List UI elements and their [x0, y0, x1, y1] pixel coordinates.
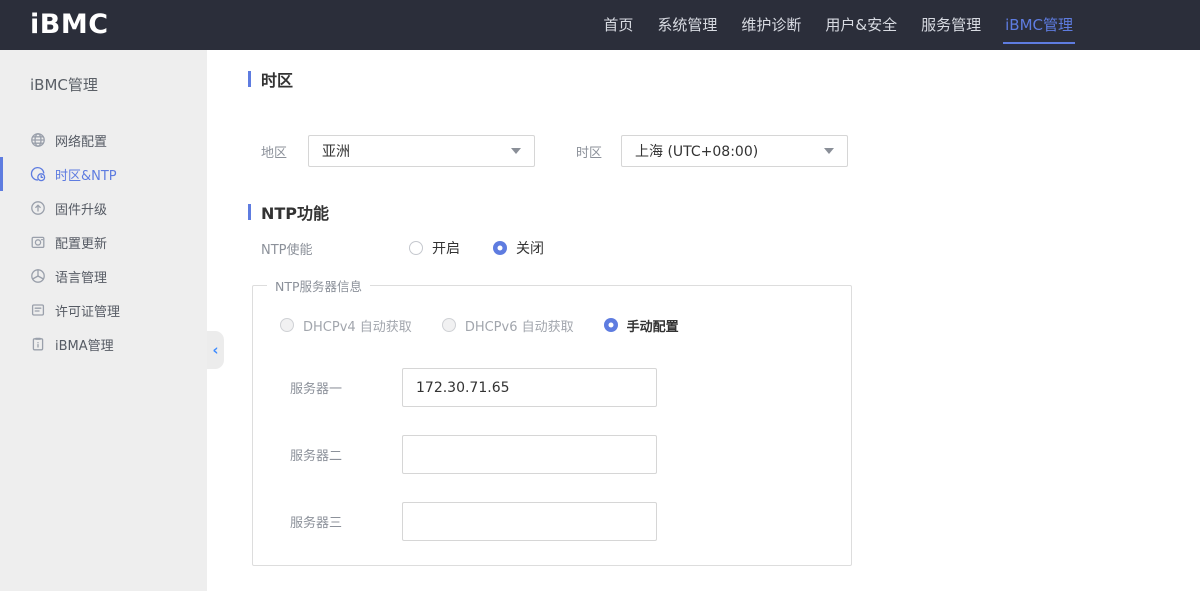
radio-label: 开启: [432, 241, 460, 257]
ntp-server-info-legend: NTP服务器信息: [275, 279, 363, 294]
timezone-select-value: 上海 (UTC+08:00): [635, 144, 759, 160]
ntp-enable-row: NTP使能 开启 关闭: [248, 238, 1200, 258]
caret-down-icon: [824, 148, 834, 154]
region-label: 地区: [261, 145, 288, 161]
dhcpv6-auto-radio: DHCPv6 自动获取: [441, 316, 574, 335]
radio-label: DHCPv6 自动获取: [464, 319, 574, 335]
sidebar-item-config-update[interactable]: 配置更新: [0, 225, 207, 259]
sidebar-item-label: iBMA管理: [55, 338, 114, 354]
radio-unselected-icon: [409, 241, 423, 255]
language-icon: [30, 268, 46, 284]
ntp-enable-label: NTP使能: [261, 242, 313, 258]
sidebar-collapse-button[interactable]: ‹: [207, 331, 224, 369]
server-one-input[interactable]: [402, 368, 657, 407]
nav-item-home[interactable]: 首页: [601, 0, 635, 50]
server-two-row: 服务器二: [290, 435, 851, 474]
sidebar-item-language-management[interactable]: 语言管理: [0, 259, 207, 293]
ntp-section-title: NTP功能: [248, 203, 1200, 223]
main-content: 时区 地区 亚洲 时区 上海 (UTC+08:00) NTP功能 NTP使能 开…: [207, 50, 1200, 591]
radio-disabled-icon: [280, 318, 294, 332]
server-three-label: 服务器三: [290, 516, 343, 531]
nav-item-maintenance-diagnostics[interactable]: 维护诊断: [739, 0, 803, 50]
radio-selected-icon: [603, 318, 618, 332]
sidebar-item-label: 网络配置: [55, 134, 108, 150]
network-globe-icon: [30, 132, 46, 148]
dhcpv4-auto-radio: DHCPv4 自动获取: [280, 316, 412, 335]
ntp-enable-on-radio[interactable]: 开启: [409, 238, 460, 258]
nav-item-users-security[interactable]: 用户&安全: [823, 0, 899, 50]
ntp-server-info-group: NTP服务器信息 DHCPv4 自动获取 DHCPv6 自动获取 手动配置 服务…: [252, 276, 852, 566]
timezone-section-title: 时区: [248, 70, 1200, 90]
sidebar-item-timezone-ntp[interactable]: 时区&NTP: [0, 157, 207, 191]
server-three-row: 服务器三: [290, 502, 851, 541]
timezone-select[interactable]: 上海 (UTC+08:00): [621, 135, 848, 167]
radio-label: DHCPv4 自动获取: [303, 319, 412, 335]
server-two-input[interactable]: [402, 435, 657, 474]
sidebar-item-firmware-upgrade[interactable]: 固件升级: [0, 191, 207, 225]
region-select[interactable]: 亚洲: [308, 135, 535, 167]
section-title-text: 时区: [261, 71, 294, 90]
radio-selected-icon: [493, 241, 507, 255]
config-update-icon: [30, 234, 46, 250]
chevron-left-icon: ‹: [212, 341, 219, 359]
timezone-clock-icon: [30, 166, 46, 182]
timezone-form-row: 地区 亚洲 时区 上海 (UTC+08:00): [248, 135, 1200, 167]
sidebar-item-license-management[interactable]: 许可证管理: [0, 293, 207, 327]
server-one-label: 服务器一: [290, 382, 343, 397]
sidebar-item-label: 配置更新: [55, 236, 108, 252]
radio-label: 手动配置: [626, 319, 679, 335]
nav-item-system-management[interactable]: 系统管理: [655, 0, 719, 50]
section-accent-bar: [248, 204, 251, 220]
ntp-server-mode-row: DHCPv4 自动获取 DHCPv6 自动获取 手动配置: [280, 315, 851, 335]
firmware-upgrade-icon: [30, 200, 46, 216]
sidebar-item-label: 时区&NTP: [55, 168, 117, 184]
sidebar-title: iBMC管理: [30, 76, 98, 94]
sidebar: iBMC管理 网络配置 时区&NTP 固件升级 配置更新 语言管理 许可证管理 …: [0, 50, 224, 591]
section-title-text: NTP功能: [261, 204, 330, 223]
server-two-label: 服务器二: [290, 449, 343, 464]
nav-item-ibmc-management[interactable]: iBMC管理: [1003, 0, 1075, 50]
radio-label: 关闭: [516, 241, 544, 257]
top-navbar: iBMC 首页 系统管理 维护诊断 用户&安全 服务管理 iBMC管理: [0, 0, 1200, 50]
section-accent-bar: [248, 71, 251, 87]
caret-down-icon: [511, 148, 521, 154]
sidebar-menu: 网络配置 时区&NTP 固件升级 配置更新 语言管理 许可证管理 iBMA管理: [0, 123, 207, 361]
ibmc-logo: iBMC: [30, 9, 109, 40]
ntp-enable-off-radio[interactable]: 关闭: [493, 238, 544, 258]
sidebar-item-label: 许可证管理: [55, 304, 121, 320]
ibma-clipboard-icon: [30, 336, 46, 352]
top-nav-menu: 首页 系统管理 维护诊断 用户&安全 服务管理 iBMC管理: [601, 0, 1075, 50]
region-select-value: 亚洲: [322, 144, 350, 160]
nav-item-service-management[interactable]: 服务管理: [919, 0, 983, 50]
server-three-input[interactable]: [402, 502, 657, 541]
sidebar-item-label: 语言管理: [55, 270, 108, 286]
sidebar-item-ibma-management[interactable]: iBMA管理: [0, 327, 207, 361]
sidebar-item-label: 固件升级: [55, 202, 108, 218]
license-icon: [30, 302, 46, 318]
manual-config-radio[interactable]: 手动配置: [603, 316, 679, 335]
radio-disabled-icon: [441, 318, 456, 332]
server-one-row: 服务器一: [290, 368, 851, 407]
sidebar-item-network-config[interactable]: 网络配置: [0, 123, 207, 157]
timezone-label: 时区: [576, 145, 603, 161]
